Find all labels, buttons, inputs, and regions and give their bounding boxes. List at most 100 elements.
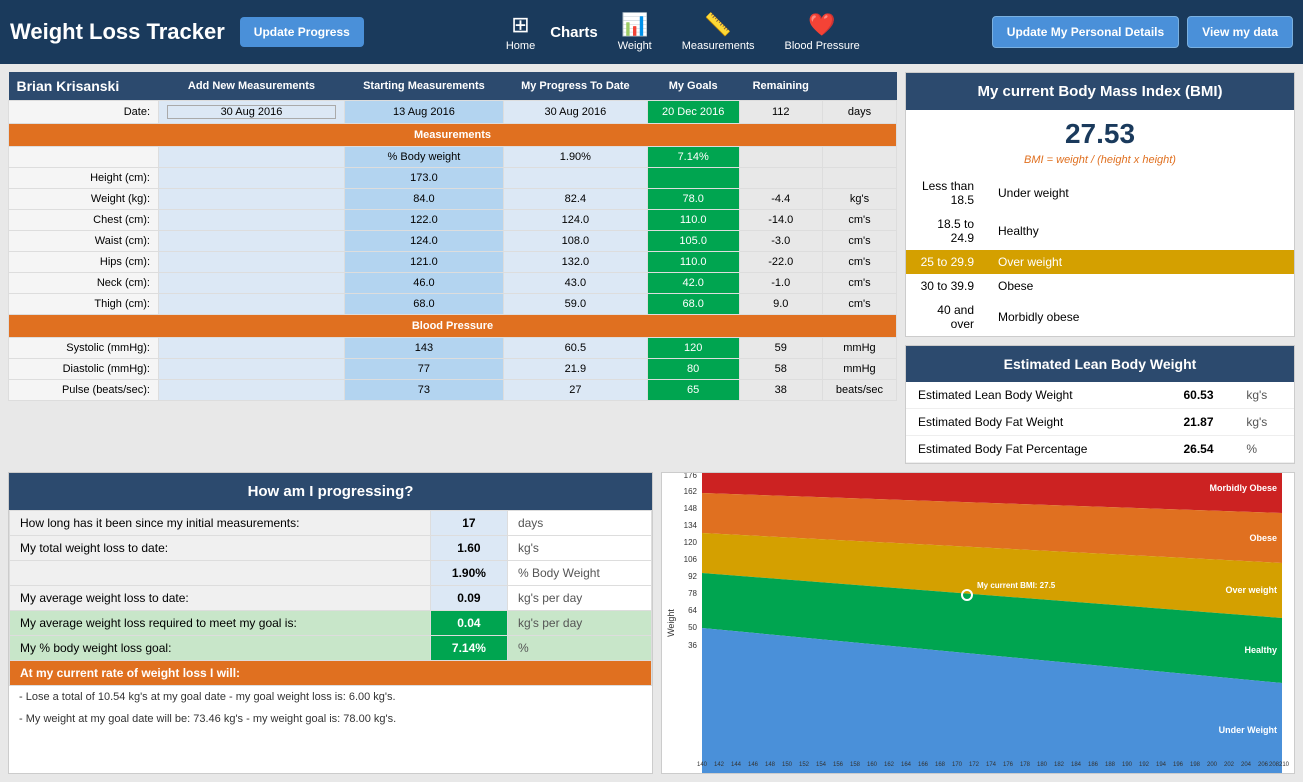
pct-body-weight-row: % Body weight 1.90% 7.14% — [9, 147, 897, 168]
height-progress-cell — [503, 168, 647, 189]
nav-home[interactable]: ⊞ Home — [506, 12, 535, 52]
svg-text:202: 202 — [1224, 762, 1235, 768]
pct-add-cell — [159, 147, 345, 168]
table-row: Height (cm): 173.0 — [9, 168, 897, 189]
y-label-36: 36 — [688, 641, 697, 650]
measurements-icon: 📏 — [704, 12, 731, 38]
bmi-title: My current Body Mass Index (BMI) — [906, 73, 1294, 110]
pct-unit-cell — [822, 147, 896, 168]
svg-text:158: 158 — [850, 762, 861, 768]
svg-text:190: 190 — [1122, 762, 1133, 768]
bmi-panel: My current Body Mass Index (BMI) 27.53 B… — [905, 72, 1295, 337]
svg-text:156: 156 — [833, 762, 844, 768]
svg-text:154: 154 — [816, 762, 827, 768]
progress-table: How long has it been since my initial me… — [9, 510, 652, 686]
table-row: Neck (cm): 46.0 43.0 42.0 -1.0 cm's — [9, 273, 897, 294]
svg-text:152: 152 — [799, 762, 810, 768]
th-unit — [822, 72, 896, 101]
progress-row-avg-required: My average weight loss required to meet … — [10, 611, 652, 636]
main-content: Brian Krisanski Add New Measurements Sta… — [0, 64, 1303, 472]
user-name: Brian Krisanski — [17, 78, 120, 94]
svg-text:186: 186 — [1088, 762, 1099, 768]
date-add-input[interactable] — [167, 105, 336, 119]
svg-text:150: 150 — [782, 762, 793, 768]
progress-note-1: - Lose a total of 10.54 kg's at my goal … — [9, 686, 652, 708]
zone-label-overweight: Over weight — [1225, 585, 1277, 595]
home-icon: ⊞ — [511, 12, 529, 38]
remaining-days-cell: 112 — [739, 101, 822, 124]
svg-text:146: 146 — [748, 762, 759, 768]
table-row: Hips (cm): 121.0 132.0 110.0 -22.0 cm's — [9, 252, 897, 273]
svg-text:166: 166 — [918, 762, 929, 768]
y-axis-title: Weight — [666, 609, 676, 637]
bmi-categories-table: Less than 18.5 Under weight 18.5 to 24.9… — [906, 174, 1294, 336]
bmi-category-row: 18.5 to 24.9 Healthy — [906, 212, 1294, 250]
zone-label-morbid: Morbidly Obese — [1209, 483, 1277, 493]
svg-text:162: 162 — [884, 762, 895, 768]
progress-panel: How am I progressing? How long has it be… — [8, 472, 653, 774]
svg-text:142: 142 — [714, 762, 725, 768]
svg-text:144: 144 — [731, 762, 742, 768]
header-right-buttons: Update My Personal Details View my data — [992, 16, 1293, 48]
bmi-chart-svg: 176 162 148 134 120 106 92 78 64 50 36 W… — [662, 473, 1295, 773]
svg-text:188: 188 — [1105, 762, 1116, 768]
y-label-134: 134 — [684, 521, 698, 530]
update-personal-button[interactable]: Update My Personal Details — [992, 16, 1179, 48]
progress-row: 1.90% % Body Weight — [10, 561, 652, 586]
charts-label: Charts — [550, 24, 598, 41]
blood-pressure-icon: ❤️ — [808, 12, 835, 38]
table-row: Diastolic (mmHg): 77 21.9 80 58 mmHg — [9, 359, 897, 380]
bmi-value: 27.53 — [906, 110, 1294, 154]
bmi-category-row-highlight: 25 to 29.9 Over weight — [906, 250, 1294, 274]
update-progress-button[interactable]: Update Progress — [240, 17, 364, 47]
height-remaining-cell — [739, 168, 822, 189]
view-data-button[interactable]: View my data — [1187, 16, 1293, 48]
svg-text:198: 198 — [1190, 762, 1201, 768]
lean-title: Estimated Lean Body Weight — [906, 346, 1294, 382]
measurements-section-row: Measurements — [9, 124, 897, 147]
nav-blood-pressure[interactable]: ❤️ Blood Pressure — [785, 12, 860, 52]
y-label-106: 106 — [684, 555, 698, 564]
svg-text:170: 170 — [952, 762, 963, 768]
progress-title: How am I progressing? — [9, 473, 652, 510]
zone-label-underweight: Under Weight — [1219, 725, 1277, 735]
th-starting: Starting Measurements — [344, 72, 503, 101]
bmi-dot-label: My current BMI: 27.5 — [977, 581, 1056, 590]
svg-text:148: 148 — [765, 762, 776, 768]
date-progress-cell: 30 Aug 2016 — [503, 101, 647, 124]
y-label-64: 64 — [688, 606, 697, 615]
app-header: Weight Loss Tracker Update Progress ⊞ Ho… — [0, 0, 1303, 64]
y-label-78: 78 — [688, 589, 697, 598]
height-goal-cell — [647, 168, 739, 189]
progress-note-2: - My weight at my goal date will be: 73.… — [9, 708, 652, 730]
height-label: Height (cm): — [9, 168, 159, 189]
zone-label-obese: Obese — [1249, 533, 1277, 543]
date-goal-cell: 20 Dec 2016 — [647, 101, 739, 124]
nav-weight[interactable]: 📊 Weight — [618, 12, 652, 52]
svg-text:174: 174 — [986, 762, 997, 768]
svg-text:194: 194 — [1156, 762, 1167, 768]
bp-section-row: Blood Pressure — [9, 315, 897, 338]
svg-text:176: 176 — [1003, 762, 1014, 768]
table-row: Chest (cm): 122.0 124.0 110.0 -14.0 cm's — [9, 210, 897, 231]
measurements-table: Brian Krisanski Add New Measurements Sta… — [8, 72, 897, 401]
y-label-148: 148 — [684, 504, 698, 513]
table-row: Weight (kg): 84.0 82.4 78.0 -4.4 kg's — [9, 189, 897, 210]
lean-table: Estimated Lean Body Weight 60.53 kg's Es… — [906, 382, 1294, 463]
svg-text:160: 160 — [867, 762, 878, 768]
left-panel: Brian Krisanski Add New Measurements Sta… — [8, 72, 897, 464]
y-label-162: 162 — [684, 487, 698, 496]
svg-text:184: 184 — [1071, 762, 1082, 768]
svg-text:172: 172 — [969, 762, 980, 768]
nav-measurements[interactable]: 📏 Measurements — [682, 12, 755, 52]
y-label-50: 50 — [688, 623, 697, 632]
pct-progress-cell: 1.90% — [503, 147, 647, 168]
app-title: Weight Loss Tracker — [10, 19, 225, 45]
zone-label-healthy: Healthy — [1244, 645, 1277, 655]
bmi-chart-area: 176 162 148 134 120 106 92 78 64 50 36 W… — [661, 472, 1295, 774]
progress-row: My total weight loss to date: 1.60 kg's — [10, 536, 652, 561]
pct-label — [9, 147, 159, 168]
svg-text:204: 204 — [1241, 762, 1252, 768]
main-nav: ⊞ Home Charts 📊 Weight 📏 Measurements ❤️… — [374, 12, 992, 52]
lean-row: Estimated Body Fat Percentage 26.54 % — [906, 436, 1294, 463]
